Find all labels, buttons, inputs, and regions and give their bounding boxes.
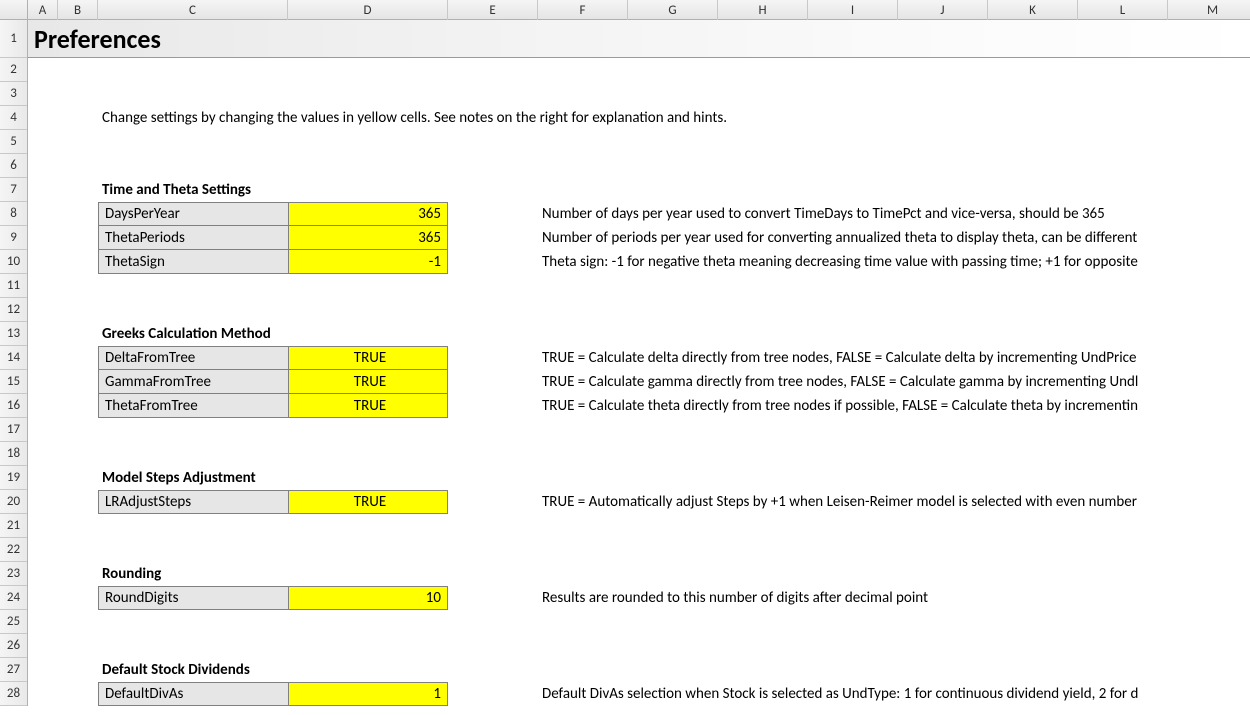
row-header[interactable]: 21 [0, 514, 27, 538]
column-header[interactable]: I [808, 0, 898, 20]
setting-note: Number of days per year used to convert … [538, 202, 1250, 226]
setting-note: Results are rounded to this number of di… [538, 586, 1250, 610]
row-header[interactable]: 6 [0, 154, 27, 178]
row-header[interactable]: 20 [0, 490, 27, 514]
setting-label: RoundDigits [98, 586, 288, 610]
section-heading-model: Model Steps Adjustment [98, 466, 538, 490]
row-header[interactable]: 12 [0, 298, 27, 322]
row-header[interactable]: 28 [0, 682, 27, 706]
setting-label: ThetaPeriods [98, 226, 288, 250]
row-header[interactable]: 7 [0, 178, 27, 202]
column-headers: ABCDEFGHIJKLMN [28, 0, 1250, 20]
setting-value-cell[interactable]: TRUE [288, 490, 448, 514]
setting-value-cell[interactable]: -1 [288, 250, 448, 274]
row-header[interactable]: 13 [0, 322, 27, 346]
column-header[interactable]: M [1168, 0, 1250, 20]
setting-label: ThetaFromTree [98, 394, 288, 418]
setting-value-cell[interactable]: 1 [288, 682, 448, 706]
row-header[interactable]: 23 [0, 562, 27, 586]
spreadsheet: ABCDEFGHIJKLMN 1234567891011121314151617… [0, 0, 1250, 715]
row-header[interactable]: 14 [0, 346, 27, 370]
setting-value-cell[interactable]: 365 [288, 202, 448, 226]
row-header[interactable]: 9 [0, 226, 27, 250]
column-header[interactable]: B [58, 0, 98, 20]
row-header[interactable]: 15 [0, 370, 27, 394]
column-header[interactable]: H [718, 0, 808, 20]
row-header[interactable]: 5 [0, 130, 27, 154]
setting-note: TRUE = Calculate theta directly from tre… [538, 394, 1250, 418]
setting-label: DaysPerYear [98, 202, 288, 226]
row-header[interactable]: 18 [0, 442, 27, 466]
row-header[interactable]: 16 [0, 394, 27, 418]
row-headers: 1234567891011121314151617181920212223242… [0, 20, 28, 706]
setting-label: ThetaSign [98, 250, 288, 274]
section-heading-greeks: Greeks Calculation Method [98, 322, 538, 346]
column-header[interactable]: C [98, 0, 288, 20]
setting-note: Theta sign: -1 for negative theta meanin… [538, 250, 1250, 274]
setting-value-cell[interactable]: 365 [288, 226, 448, 250]
column-header[interactable]: A [28, 0, 58, 20]
column-header[interactable]: D [288, 0, 448, 20]
row-header[interactable]: 3 [0, 82, 27, 106]
setting-value-cell[interactable]: TRUE [288, 346, 448, 370]
section-heading-dividends: Default Stock Dividends [98, 658, 538, 682]
row-header[interactable]: 11 [0, 274, 27, 298]
column-header[interactable]: G [628, 0, 718, 20]
row-header[interactable]: 10 [0, 250, 27, 274]
section-heading-time: Time and Theta Settings [98, 178, 538, 202]
setting-note: TRUE = Calculate delta directly from tre… [538, 346, 1250, 370]
setting-value-cell[interactable]: TRUE [288, 370, 448, 394]
row-header[interactable]: 17 [0, 418, 27, 442]
setting-note: TRUE = Automatically adjust Steps by +1 … [538, 490, 1250, 514]
setting-label: DefaultDivAs [98, 682, 288, 706]
row-header[interactable]: 19 [0, 466, 27, 490]
setting-label: GammaFromTree [98, 370, 288, 394]
column-header[interactable]: F [538, 0, 628, 20]
setting-label: DeltaFromTree [98, 346, 288, 370]
column-header[interactable]: L [1078, 0, 1168, 20]
row-header[interactable]: 24 [0, 586, 27, 610]
row-header[interactable]: 1 [0, 20, 27, 58]
row-header[interactable]: 4 [0, 106, 27, 130]
row-header[interactable]: 27 [0, 658, 27, 682]
row-header[interactable]: 25 [0, 610, 27, 634]
setting-note: Default DivAs selection when Stock is se… [538, 682, 1250, 706]
column-header[interactable]: E [448, 0, 538, 20]
row-header[interactable]: 8 [0, 202, 27, 226]
column-header[interactable]: K [988, 0, 1078, 20]
grid-area: Preferences Change settings by changing … [28, 20, 1250, 715]
setting-note: Number of periods per year used for conv… [538, 226, 1250, 250]
column-header[interactable]: J [898, 0, 988, 20]
setting-label: LRAdjustSteps [98, 490, 288, 514]
section-heading-rounding: Rounding [98, 562, 538, 586]
setting-value-cell[interactable]: 10 [288, 586, 448, 610]
row-header[interactable]: 22 [0, 538, 27, 562]
header-corner[interactable] [0, 0, 28, 20]
row-header[interactable]: 2 [0, 58, 27, 82]
intro-text: Change settings by changing the values i… [98, 106, 1250, 130]
row-header[interactable]: 26 [0, 634, 27, 658]
page-title: Preferences [28, 20, 1250, 58]
setting-note: TRUE = Calculate gamma directly from tre… [538, 370, 1250, 394]
setting-value-cell[interactable]: TRUE [288, 394, 448, 418]
